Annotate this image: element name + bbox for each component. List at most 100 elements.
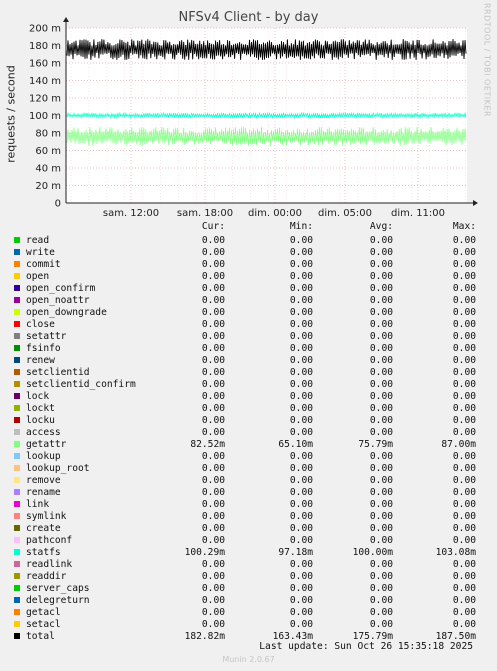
legend-swatch [14,237,20,243]
legend-avg-value: 75.79m [358,439,393,450]
legend-max-value: 0.00 [452,595,476,606]
y-tick-label: 160 m [29,59,61,70]
legend-label: open [26,271,50,282]
legend-swatch [14,285,20,291]
legend-cur-value: 182.82m [184,631,225,642]
legend-swatch [14,609,20,615]
legend-avg-value: 0.00 [369,259,393,270]
legend-avg-value: 0.00 [369,295,393,306]
legend-cur-value: 0.00 [201,583,225,594]
legend-cur-value: 100.29m [184,547,225,558]
legend-cur-value: 0.00 [201,379,225,390]
legend-avg-value: 0.00 [369,355,393,366]
legend-avg-value: 0.00 [369,451,393,462]
chart-plot: 0 20 m 40 m 60 m 80 m 100 m 120 m 140 m 160 m 180… [29,17,478,219]
legend-max-value: 0.00 [452,295,476,306]
legend-row-setacl: setacl 0.00 0.00 0.00 0.00 [0,619,497,631]
legend-label: server_caps [26,583,90,594]
legend-row-renew: renew 0.00 0.00 0.00 0.00 [0,355,497,367]
legend-cur-value: 0.00 [201,475,225,486]
legend-row-setattr: setattr 0.00 0.00 0.00 0.00 [0,331,497,343]
legend-max-value: 87.00m [441,439,476,450]
legend-label: lockt [26,403,55,414]
legend-min-value: 97.18m [278,547,313,558]
legend-row-open-noattr: open_noattr 0.00 0.00 0.00 0.00 [0,295,497,307]
legend-avg-value: 0.00 [369,571,393,582]
header-avg: Avg: [369,221,393,232]
legend-min-value: 0.00 [289,343,313,354]
legend-max-value: 0.00 [452,619,476,630]
legend-max-value: 0.00 [452,415,476,426]
legend-max-value: 0.00 [452,271,476,282]
legend-min-value: 0.00 [289,619,313,630]
legend-row-commit: commit 0.00 0.00 0.00 0.00 [0,259,497,271]
header-cur: Cur: [201,221,225,232]
legend-cur-value: 0.00 [201,559,225,570]
legend-min-value: 0.00 [289,427,313,438]
legend-avg-value: 0.00 [369,535,393,546]
legend-row-readlink: readlink 0.00 0.00 0.00 0.00 [0,559,497,571]
legend-label: remove [26,475,61,486]
legend-swatch [14,405,20,411]
legend-avg-value: 0.00 [369,247,393,258]
legend-avg-value: 0.00 [369,463,393,474]
legend-row-open: open 0.00 0.00 0.00 0.00 [0,271,497,283]
legend-row-create: create 0.00 0.00 0.00 0.00 [0,523,497,535]
legend-cur-value: 0.00 [201,619,225,630]
legend-max-value: 0.00 [452,475,476,486]
legend-label: setattr [26,331,67,342]
legend-cur-value: 0.00 [201,259,225,270]
legend-avg-value: 0.00 [369,499,393,510]
legend-swatch [14,249,20,255]
legend-swatch [14,261,20,267]
legend-row-setclientid: setclientid 0.00 0.00 0.00 0.00 [0,367,497,379]
legend-min-value: 0.00 [289,391,313,402]
legend-min-value: 0.00 [289,535,313,546]
legend-min-value: 0.00 [289,559,313,570]
x-tick-label: dim. 05:00 [318,208,372,219]
legend-min-value: 65.10m [278,439,313,450]
legend-swatch [14,369,20,375]
legend-swatch [14,321,20,327]
header-max: Max: [452,221,476,232]
legend-label: access [26,427,61,438]
legend-cur-value: 0.00 [201,415,225,426]
legend-avg-value: 0.00 [369,523,393,534]
legend-swatch [14,597,20,603]
legend-swatch [14,381,20,387]
legend-swatch [14,441,20,447]
legend-max-value: 0.00 [452,583,476,594]
legend-label: open_downgrade [26,307,107,318]
legend-row-access: access 0.00 0.00 0.00 0.00 [0,427,497,439]
legend-min-value: 0.00 [289,295,313,306]
legend-min-value: 0.00 [289,235,313,246]
legend-label: statfs [26,547,61,558]
x-axis-arrow [473,200,478,206]
legend-cur-value: 0.00 [201,499,225,510]
legend-row-setclientid-confirm: setclientid_confirm 0.00 0.00 0.00 0.00 [0,379,497,391]
legend-row-lockt: lockt 0.00 0.00 0.00 0.00 [0,403,497,415]
legend-avg-value: 0.00 [369,559,393,570]
legend-max-value: 0.00 [452,463,476,474]
legend-swatch [14,333,20,339]
legend-swatch [14,561,20,567]
legend-max-value: 0.00 [452,487,476,498]
legend-cur-value: 0.00 [201,307,225,318]
y-tick-label: 140 m [29,76,61,87]
legend-max-value: 0.00 [452,535,476,546]
legend-avg-value: 0.00 [369,367,393,378]
legend-max-value: 103.08m [435,547,476,558]
x-tick-label: sam. 12:00 [103,208,159,219]
legend-row-remove: remove 0.00 0.00 0.00 0.00 [0,475,497,487]
legend-label: lookup [26,451,61,462]
legend-label: fsinfo [26,343,61,354]
legend-max-value: 0.00 [452,259,476,270]
y-tick-label: 180 m [29,41,61,52]
legend-cur-value: 0.00 [201,607,225,618]
legend-label: open_noattr [26,295,90,306]
legend-swatch [14,573,20,579]
legend-min-value: 0.00 [289,355,313,366]
legend-label: readdir [26,571,67,582]
legend-max-value: 0.00 [452,427,476,438]
legend-label: commit [26,259,61,270]
